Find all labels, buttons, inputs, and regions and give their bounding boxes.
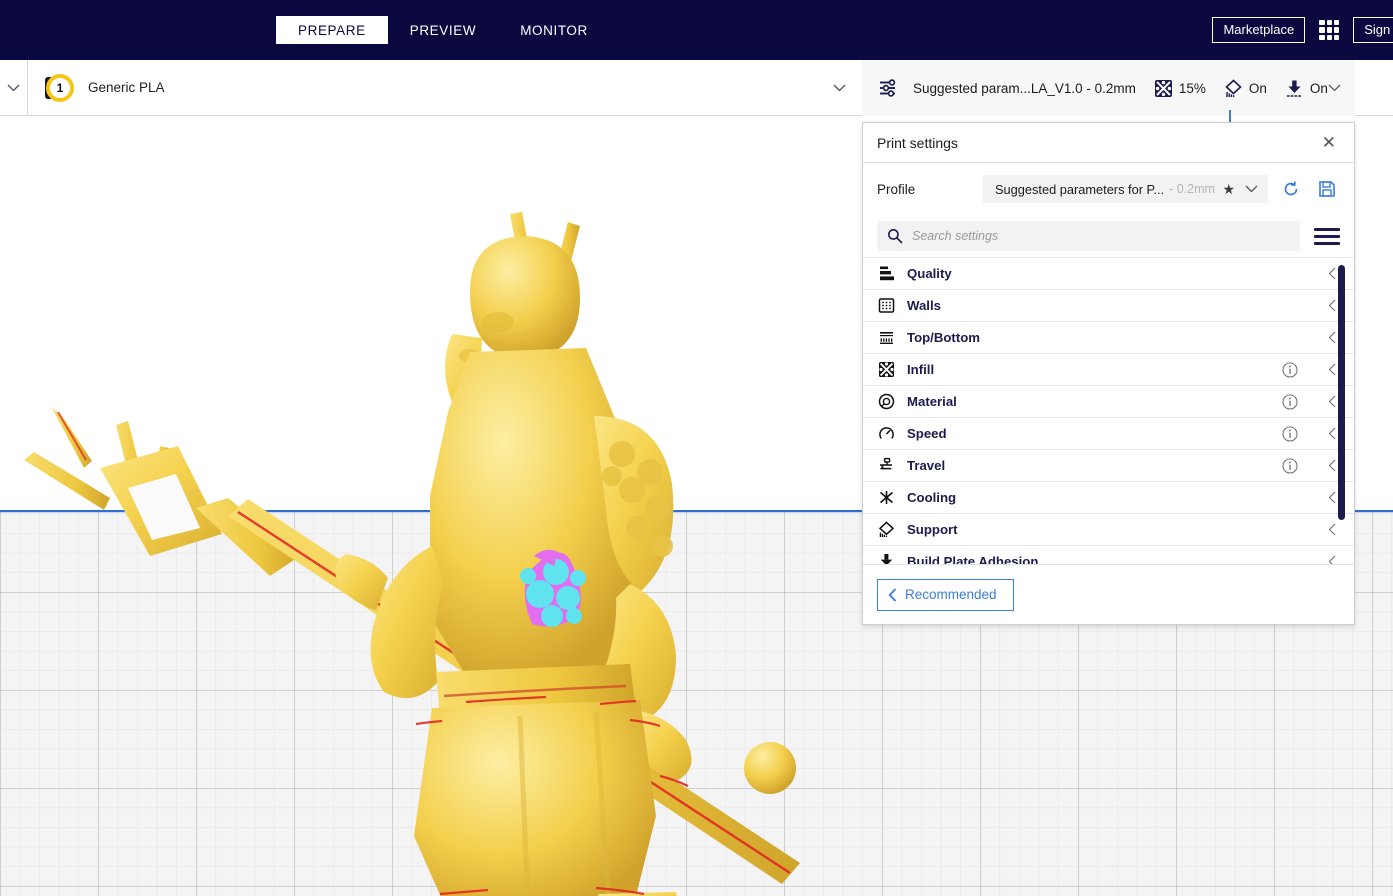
chevron-down-icon xyxy=(833,84,846,91)
category-label: Walls xyxy=(907,298,941,313)
walls-icon xyxy=(877,297,895,315)
sign-in-button[interactable]: Sign in xyxy=(1353,17,1393,43)
tab-preview[interactable]: PREVIEW xyxy=(388,16,498,44)
setting-category-quality[interactable]: Quality xyxy=(863,258,1354,290)
setting-category-speed[interactable]: Speed xyxy=(863,418,1354,450)
summary-adhesion: On xyxy=(1285,79,1328,98)
infill-icon xyxy=(877,361,895,379)
recommended-mode-button[interactable]: Recommended xyxy=(877,578,1014,611)
chevron-down-icon[interactable] xyxy=(1241,185,1260,193)
print-settings-sliders-icon xyxy=(879,79,901,97)
category-label: Build Plate Adhesion xyxy=(907,554,1039,564)
support-icon xyxy=(1225,78,1242,97)
summary-adhesion-value: On xyxy=(1309,80,1328,96)
topbottom-icon xyxy=(877,329,895,347)
close-icon[interactable]: ✕ xyxy=(1318,130,1340,155)
settings-scrollbar-track[interactable] xyxy=(1338,263,1345,559)
stage-tabs: PREPARE PREVIEW MONITOR xyxy=(276,16,610,44)
info-circle-icon[interactable] xyxy=(1282,425,1298,442)
profile-value: Suggested parameters for P... xyxy=(995,181,1165,197)
star-filled-icon[interactable]: ★ xyxy=(1216,181,1241,198)
tab-monitor[interactable]: MONITOR xyxy=(498,16,610,44)
setting-category-build-plate-adhesion[interactable]: Build Plate Adhesion xyxy=(863,546,1354,564)
speed-icon xyxy=(877,425,895,443)
cooling-icon xyxy=(877,489,895,507)
infill-icon xyxy=(1154,79,1172,97)
profile-row: Profile Suggested parameters for P... - … xyxy=(863,163,1354,215)
signin-wrapper: Sign in xyxy=(1353,17,1393,43)
adhesion-icon xyxy=(877,553,895,564)
settings-scrollbar-thumb[interactable] xyxy=(1338,265,1345,520)
sidebar-collapse-button[interactable] xyxy=(0,60,28,115)
recommended-label: Recommended xyxy=(905,587,997,602)
category-label: Infill xyxy=(907,362,935,377)
category-label: Material xyxy=(907,394,957,409)
tab-prepare[interactable]: PREPARE xyxy=(276,16,388,44)
setting-category-cooling[interactable]: Cooling xyxy=(863,482,1354,514)
category-label: Quality xyxy=(907,266,952,281)
grid-apps-icon[interactable] xyxy=(1319,20,1340,40)
search-row xyxy=(863,215,1354,257)
search-settings-box[interactable] xyxy=(877,221,1300,251)
summary-support-value: On xyxy=(1248,80,1267,96)
setting-category-support[interactable]: Support xyxy=(863,514,1354,546)
category-label: Speed xyxy=(907,426,947,441)
summary-infill: 15% xyxy=(1154,79,1206,98)
print-settings-footer: Recommended xyxy=(863,564,1354,624)
info-circle-icon[interactable] xyxy=(1282,457,1298,474)
material-icon xyxy=(877,393,895,411)
summary-profile-label: Suggested param...LA_V1.0 - 0.2mm xyxy=(913,80,1136,96)
travel-icon xyxy=(877,457,895,475)
print-settings-panel: Print settings ✕ Profile Suggested param… xyxy=(862,122,1355,625)
print-settings-title: Print settings xyxy=(877,134,958,151)
hamburger-menu-icon[interactable] xyxy=(1314,227,1340,245)
save-disk-icon[interactable] xyxy=(1314,176,1340,202)
print-settings-header: Print settings ✕ xyxy=(863,123,1354,163)
summary-expand-chevron[interactable] xyxy=(1328,84,1341,92)
material-name-label: Generic PLA xyxy=(88,80,165,95)
search-input[interactable] xyxy=(912,229,1290,243)
category-label: Support xyxy=(907,522,958,537)
info-circle-icon[interactable] xyxy=(1282,393,1298,410)
setting-category-top-bottom[interactable]: Top/Bottom xyxy=(863,322,1354,354)
category-label: Cooling xyxy=(907,490,957,505)
profile-dropdown[interactable]: Suggested parameters for P... - 0.2mm ★ xyxy=(983,175,1268,203)
reset-arrow-icon[interactable] xyxy=(1278,176,1304,202)
info-circle-icon[interactable] xyxy=(1282,361,1298,378)
quality-icon xyxy=(877,265,895,283)
profile-suffix: - 0.2mm xyxy=(1169,182,1215,196)
summary-infill-value: 15% xyxy=(1178,80,1206,96)
setting-category-walls[interactable]: Walls xyxy=(863,290,1354,322)
setting-category-travel[interactable]: Travel xyxy=(863,450,1354,482)
search-icon xyxy=(887,228,903,244)
print-settings-summary-button[interactable]: Suggested param...LA_V1.0 - 0.2mm 15% On xyxy=(862,60,1355,117)
extruder-material-selector[interactable]: 1 Generic PLA xyxy=(28,60,863,115)
support-icon xyxy=(877,521,895,539)
material-dropdown-chevron[interactable] xyxy=(833,84,846,92)
summary-support: On xyxy=(1224,78,1267,98)
toolbar-right-actions: Marketplace Sign in xyxy=(1212,0,1393,60)
cura-application-window: PREPARE PREVIEW MONITOR Marketplace Sign… xyxy=(0,0,1393,896)
chevron-down-icon xyxy=(7,84,20,91)
extruder-number: 1 xyxy=(56,80,64,95)
adhesion-icon xyxy=(1286,80,1303,97)
settings-category-scroll: Quality Walls Top/Bottom Infill Material… xyxy=(863,258,1354,564)
category-label: Travel xyxy=(907,458,946,473)
main-toolbar: PREPARE PREVIEW MONITOR Marketplace Sign… xyxy=(0,0,1393,60)
category-label: Top/Bottom xyxy=(907,330,980,345)
chevron-left-icon xyxy=(888,587,897,602)
settings-category-list: Quality Walls Top/Bottom Infill Material… xyxy=(863,257,1354,564)
profile-label: Profile xyxy=(877,181,916,197)
setting-category-infill[interactable]: Infill xyxy=(863,354,1354,386)
chevron-down-icon xyxy=(1328,84,1341,92)
setting-category-material[interactable]: Material xyxy=(863,386,1354,418)
extruder-1-badge: 1 xyxy=(45,73,74,102)
marketplace-button[interactable]: Marketplace xyxy=(1212,17,1306,43)
